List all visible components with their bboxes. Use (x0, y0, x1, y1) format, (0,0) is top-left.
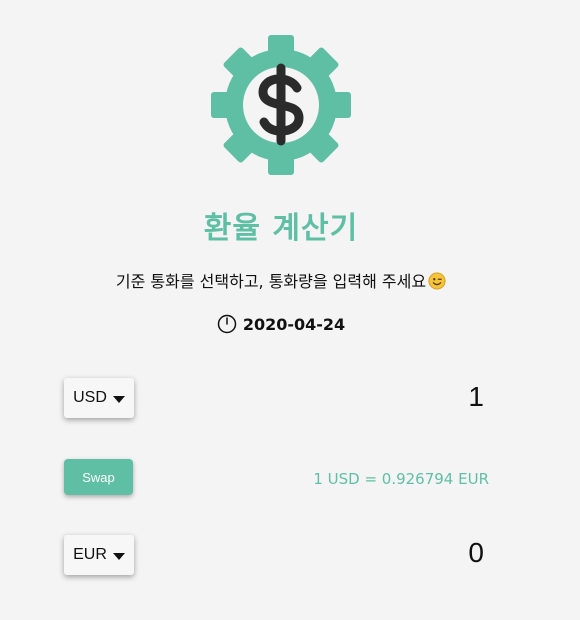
from-currency-select[interactable]: USD (64, 378, 134, 418)
caret-down-icon (112, 552, 125, 560)
to-amount-output: 0 (468, 537, 484, 568)
to-currency-select[interactable]: EUR (64, 535, 134, 575)
gear-dollar-icon (211, 35, 351, 175)
caret-down-icon (112, 395, 125, 403)
clock-icon (217, 314, 237, 334)
exchange-rate-text: 1 USD = 0.926794 EUR (313, 470, 489, 488)
instruction-text: 기준 통화를 선택하고, 통화량을 입력해 주세요 (0, 268, 562, 292)
instruction-label: 기준 통화를 선택하고, 통화량을 입력해 주세요 (115, 272, 427, 291)
app-title: 환율 계산기 (203, 211, 359, 246)
swap-button[interactable]: Swap (64, 459, 133, 495)
to-currency-label: EUR (73, 546, 107, 563)
date-label: 2020-04-24 (242, 315, 346, 334)
date-display: 2020-04-24 (0, 314, 562, 334)
from-amount-input[interactable]: 1 (468, 381, 484, 413)
from-currency-label: USD (73, 389, 107, 406)
winking-face-icon (428, 272, 446, 290)
